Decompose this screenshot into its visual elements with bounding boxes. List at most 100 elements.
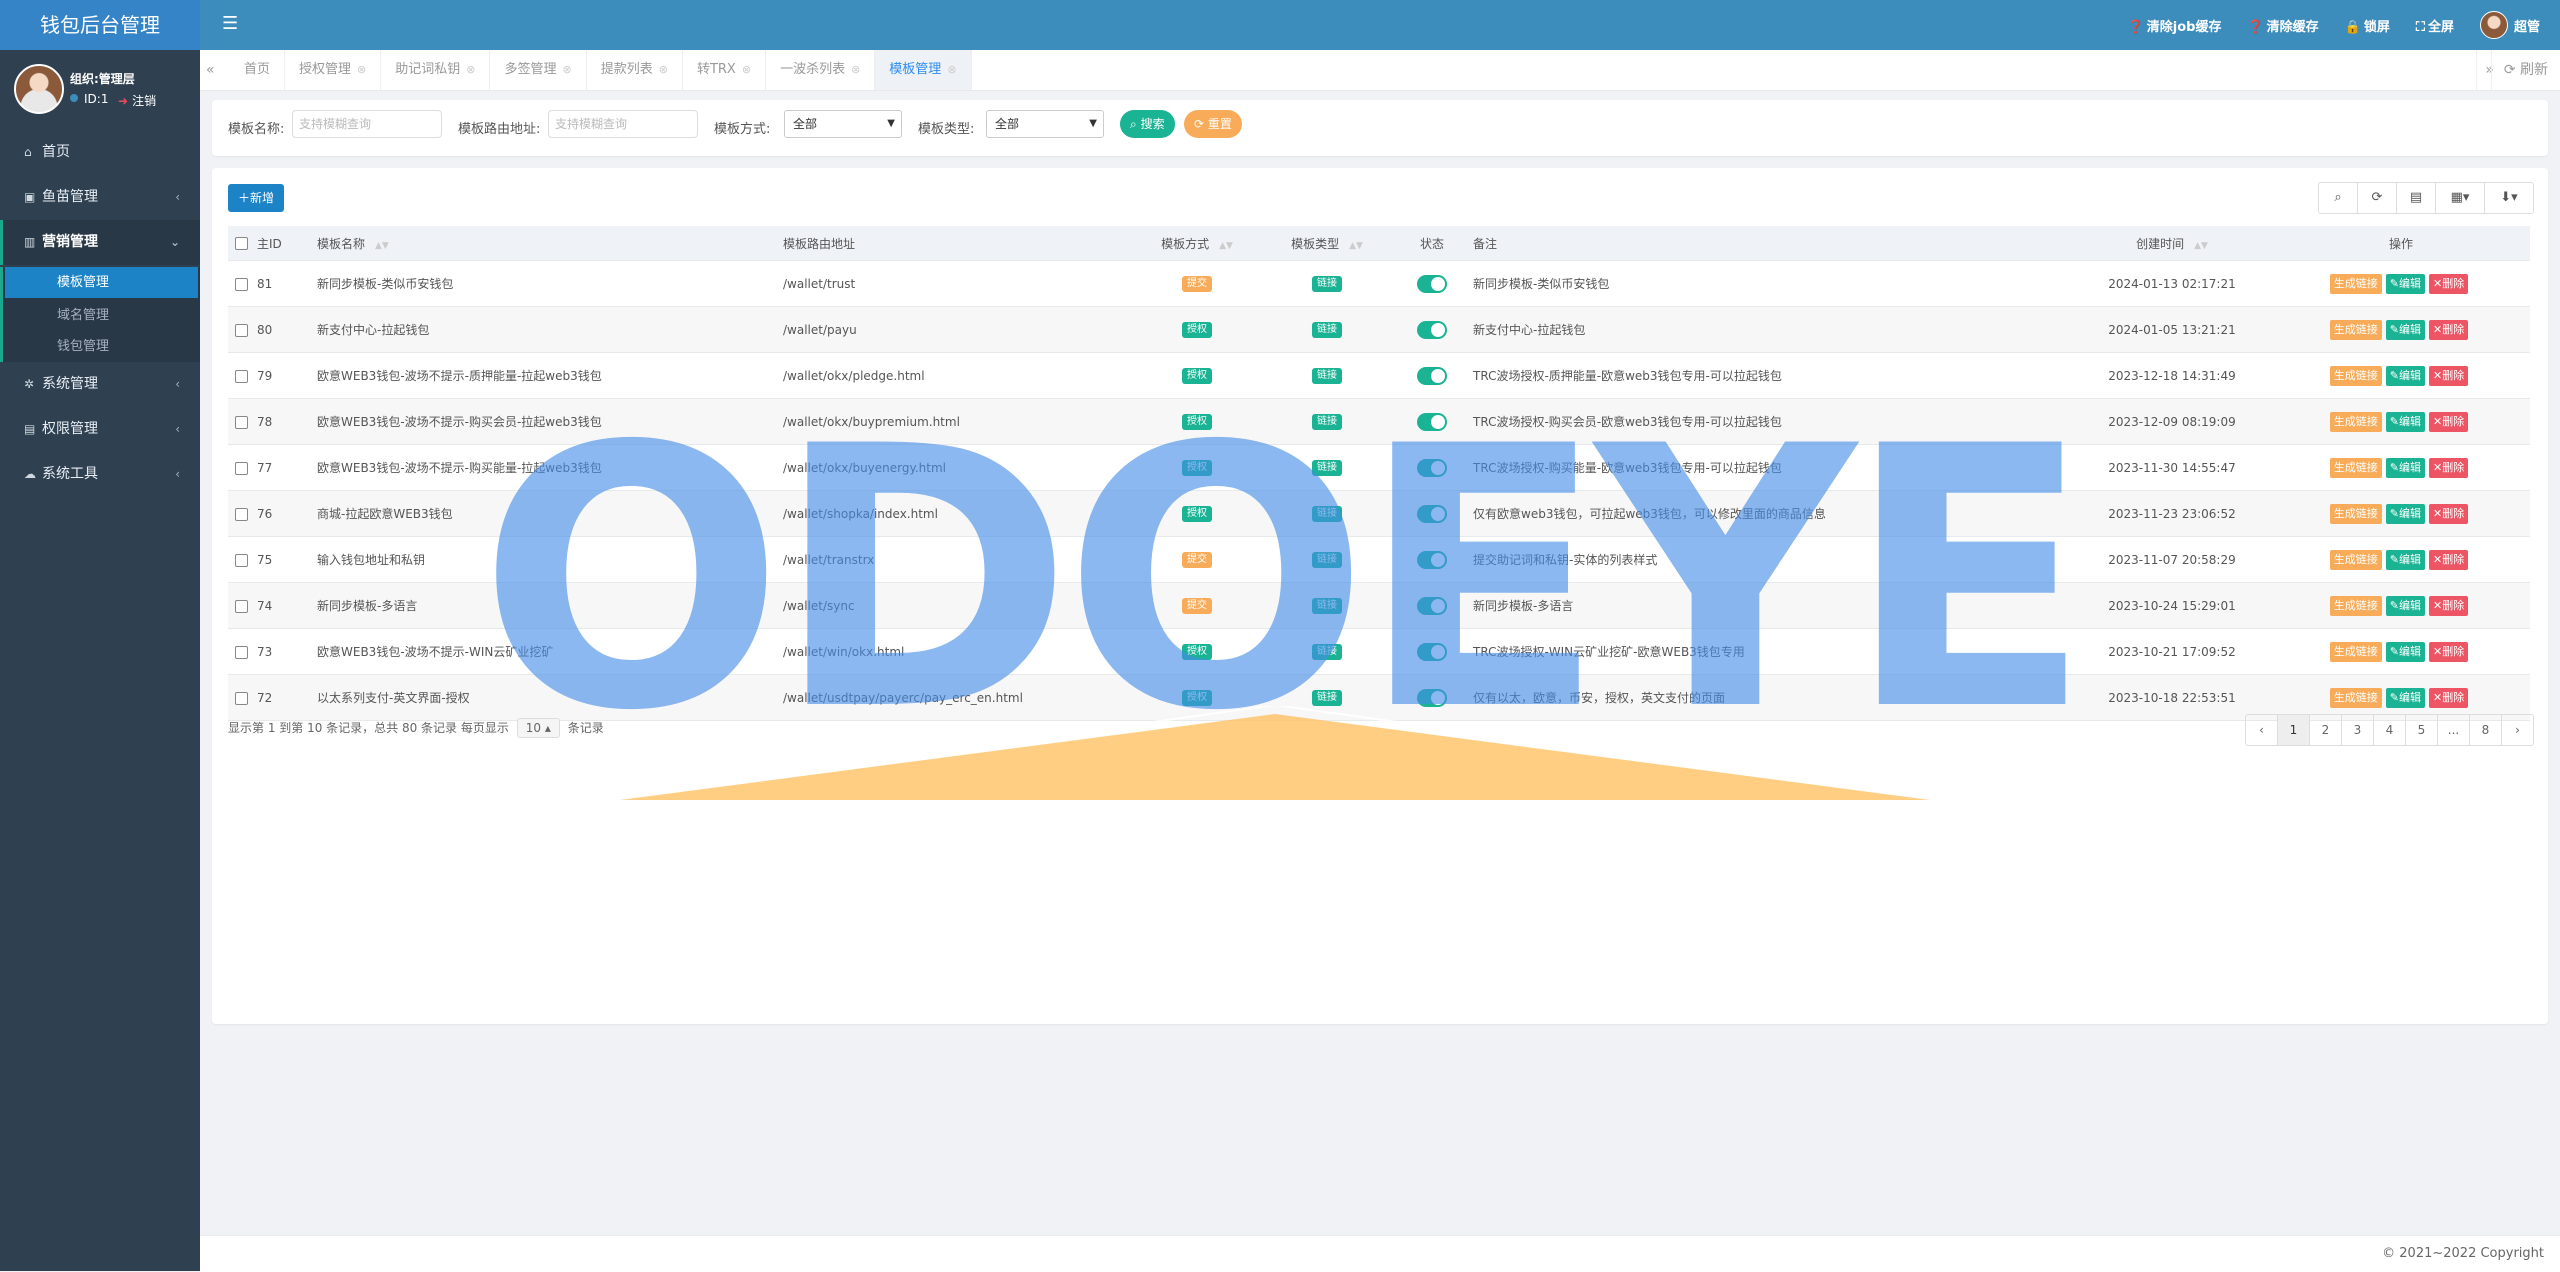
page-button[interactable]: 3 xyxy=(2342,715,2374,745)
edit-button[interactable]: ✎编辑 xyxy=(2385,411,2425,432)
reset-button[interactable]: ⟳ 重置 xyxy=(1184,110,1242,138)
add-button[interactable]: ＋新增 xyxy=(228,184,285,212)
next-page-button[interactable]: › xyxy=(2502,715,2533,745)
delete-button[interactable]: ✕删除 xyxy=(2429,365,2469,386)
edit-button[interactable]: ✎编辑 xyxy=(2385,641,2425,662)
type-select[interactable]: 全部 ▼ xyxy=(986,110,1104,138)
close-icon[interactable]: ⊗ xyxy=(947,63,956,76)
status-toggle[interactable] xyxy=(1417,274,1447,293)
table-row[interactable]: 76 商城-拉起欧意WEB3钱包/wallet/shopka/index.html… xyxy=(228,490,2530,537)
status-toggle[interactable] xyxy=(1417,596,1447,615)
delete-button[interactable]: ✕删除 xyxy=(2429,687,2469,708)
template-path-input[interactable] xyxy=(548,110,698,138)
table-row[interactable]: 74 新同步模板-多语言/wallet/sync 提交 链接 新同步模板-多语言 2023… xyxy=(228,582,2530,629)
sidebar-item-permission[interactable]: ▤ 权限管理 ‹ xyxy=(0,407,200,452)
close-icon[interactable]: ⊗ xyxy=(357,63,366,76)
table-row[interactable]: 80 新支付中心-拉起钱包/wallet/payu 授权 链接 新支付中心-拉起钱包 20… xyxy=(228,306,2530,353)
edit-button[interactable]: ✎编辑 xyxy=(2385,595,2425,616)
row-checkbox[interactable] xyxy=(235,553,248,567)
logout-link[interactable]: ➜ 注销 xyxy=(118,92,156,109)
generate-link-button[interactable]: 生成链接 xyxy=(2329,411,2382,432)
mode-select[interactable]: 全部 ▼ xyxy=(784,110,902,138)
clear-cache-button[interactable]: ❓ 清除缓存 xyxy=(2247,16,2318,35)
edit-button[interactable]: ✎编辑 xyxy=(2385,273,2425,294)
delete-button[interactable]: ✕删除 xyxy=(2429,457,2469,478)
tab-auth[interactable]: 授权管理 ⊗ xyxy=(285,50,382,90)
header-name[interactable]: 模板名称 ▲▼ xyxy=(316,226,782,261)
status-toggle[interactable] xyxy=(1417,504,1447,523)
clear-job-cache-button[interactable]: ❓ 清除job缓存 xyxy=(2128,16,2222,35)
page-button[interactable]: 4 xyxy=(2374,715,2406,745)
tab-trx[interactable]: 转TRX ⊗ xyxy=(683,50,767,90)
sidebar-subitem-wallet[interactable]: 钱包管理 xyxy=(3,331,200,362)
sidebar-item-fry[interactable]: ▣ 鱼苗管理 ‹ xyxy=(0,175,200,220)
delete-button[interactable]: ✕删除 xyxy=(2429,319,2469,340)
card-view-button[interactable]: ▤ xyxy=(2397,183,2436,213)
sidebar-subitem-domain[interactable]: 域名管理 xyxy=(3,300,200,331)
tab-home[interactable]: 首页 xyxy=(230,50,286,90)
table-row[interactable]: 72 以太系列支付-英文界面-授权/wallet/usdtpay/payerc/p… xyxy=(228,674,2530,721)
status-toggle[interactable] xyxy=(1417,550,1447,569)
row-checkbox[interactable] xyxy=(235,507,248,521)
tab-mnemonic[interactable]: 助记词私钥 ⊗ xyxy=(381,50,491,90)
close-icon[interactable]: ⊗ xyxy=(466,63,475,76)
sidebar-item-system[interactable]: ✲ 系统管理 ‹ xyxy=(0,362,200,407)
page-button[interactable]: 1 xyxy=(2278,715,2310,745)
refresh-table-button[interactable]: ⟳ xyxy=(2358,183,2397,213)
header-type[interactable]: 模板类型 ▲▼ xyxy=(1262,226,1392,261)
delete-button[interactable]: ✕删除 xyxy=(2429,503,2469,524)
search-toggle-button[interactable]: ⌕ xyxy=(2319,183,2358,213)
sidebar-item-home[interactable]: ⌂ 首页 xyxy=(0,130,200,175)
row-checkbox[interactable] xyxy=(235,599,248,613)
table-row[interactable]: 81 新同步模板-类似币安钱包/wallet/trust 提交 链接 新同步模板-类似币… xyxy=(228,260,2530,307)
generate-link-button[interactable]: 生成链接 xyxy=(2329,503,2382,524)
generate-link-button[interactable]: 生成链接 xyxy=(2329,595,2382,616)
edit-button[interactable]: ✎编辑 xyxy=(2385,319,2425,340)
header-id[interactable]: 主ID xyxy=(256,226,316,261)
prev-page-button[interactable]: ‹ xyxy=(2246,715,2278,745)
sidebar-subitem-template[interactable]: 模板管理 xyxy=(5,267,198,298)
tab-killlist[interactable]: 一波杀列表 ⊗ xyxy=(766,50,876,90)
edit-button[interactable]: ✎编辑 xyxy=(2385,687,2425,708)
generate-link-button[interactable]: 生成链接 xyxy=(2329,319,2382,340)
generate-link-button[interactable]: 生成链接 xyxy=(2329,457,2382,478)
template-name-input[interactable] xyxy=(292,110,442,138)
columns-button[interactable]: ▦▾ xyxy=(2436,183,2485,213)
fullscreen-button[interactable]: ⛶ 全屏 xyxy=(2416,16,2454,35)
edit-button[interactable]: ✎编辑 xyxy=(2385,457,2425,478)
tab-withdraw[interactable]: 提款列表 ⊗ xyxy=(587,50,683,90)
row-checkbox[interactable] xyxy=(235,645,248,659)
table-row[interactable]: 79 欧意WEB3钱包-波场不提示-质押能量-拉起web3钱包/wallet/ok… xyxy=(228,352,2530,399)
delete-button[interactable]: ✕删除 xyxy=(2429,595,2469,616)
table-row[interactable]: 77 欧意WEB3钱包-波场不提示-购买能量-拉起web3钱包/wallet/ok… xyxy=(228,444,2530,491)
tabs-scroll-left-icon[interactable]: « xyxy=(206,50,215,90)
header-created[interactable]: 创建时间 ▲▼ xyxy=(2072,226,2272,261)
search-button[interactable]: ⌕ 搜索 xyxy=(1120,110,1175,138)
export-button[interactable]: ⬇▾ xyxy=(2485,183,2533,213)
header-mode[interactable]: 模板方式 ▲▼ xyxy=(1132,226,1262,261)
user-avatar[interactable] xyxy=(2479,11,2508,39)
row-checkbox[interactable] xyxy=(235,691,248,705)
row-checkbox[interactable] xyxy=(235,461,248,475)
close-icon[interactable]: ⊗ xyxy=(742,63,751,76)
refresh-button[interactable]: ⟳ 刷新 xyxy=(2490,50,2560,90)
generate-link-button[interactable]: 生成链接 xyxy=(2329,641,2382,662)
edit-button[interactable]: ✎编辑 xyxy=(2385,503,2425,524)
table-row[interactable]: 73 欧意WEB3钱包-波场不提示-WIN云矿业挖矿/wallet/win/okx… xyxy=(228,628,2530,675)
close-icon[interactable]: ⊗ xyxy=(563,63,572,76)
user-name[interactable]: 超管 xyxy=(2514,16,2540,35)
row-checkbox[interactable] xyxy=(235,415,248,429)
delete-button[interactable]: ✕删除 xyxy=(2429,549,2469,570)
generate-link-button[interactable]: 生成链接 xyxy=(2329,273,2382,294)
page-button[interactable]: 5 xyxy=(2406,715,2438,745)
delete-button[interactable]: ✕删除 xyxy=(2429,273,2469,294)
sidebar-item-tools[interactable]: ☁ 系统工具 ‹ xyxy=(0,452,200,497)
row-checkbox[interactable] xyxy=(235,277,248,291)
status-toggle[interactable] xyxy=(1417,642,1447,661)
generate-link-button[interactable]: 生成链接 xyxy=(2329,687,2382,708)
delete-button[interactable]: ✕删除 xyxy=(2429,411,2469,432)
edit-button[interactable]: ✎编辑 xyxy=(2385,549,2425,570)
status-toggle[interactable] xyxy=(1417,458,1447,477)
sidebar-item-marketing[interactable]: ▥ 营销管理 ⌄ xyxy=(0,220,200,265)
close-icon[interactable]: ⊗ xyxy=(851,63,860,76)
